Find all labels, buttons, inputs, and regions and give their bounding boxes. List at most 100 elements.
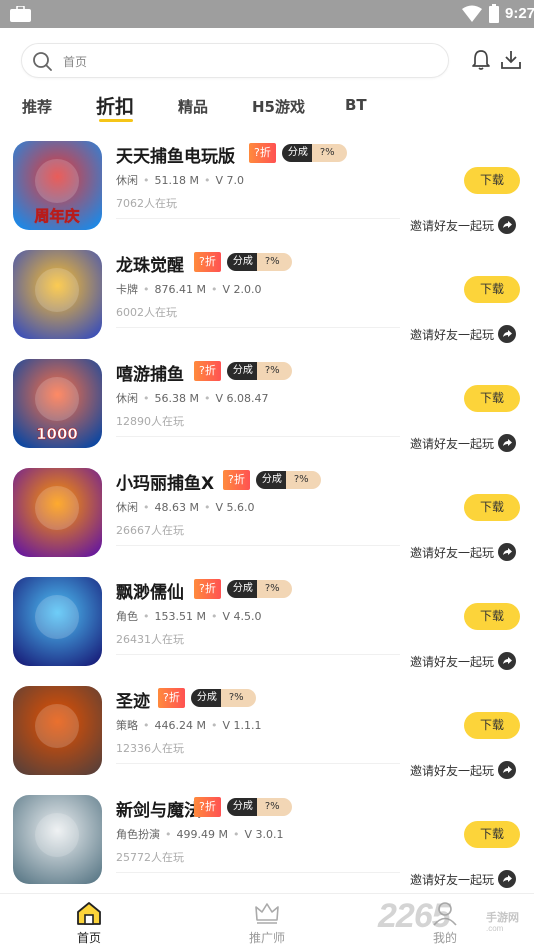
invite-friends-link[interactable]: 邀请好友一起玩 <box>410 870 517 888</box>
row-divider <box>116 327 400 328</box>
crown-icon <box>255 903 279 924</box>
game-tags: ?折 分成 ?% <box>194 578 292 600</box>
game-art-icon <box>13 250 102 339</box>
download-manager-icon[interactable] <box>500 49 522 71</box>
game-players: 12336人在玩 <box>116 742 184 755</box>
tab-h5-games[interactable]: H5游戏 <box>252 96 305 117</box>
game-list-item[interactable]: 周年庆 天天捕鱼电玩版 ?折 分成 ?% 休闲 • 51.18 M • V 7.0 70… <box>0 130 534 239</box>
row-divider <box>116 654 400 655</box>
game-name[interactable]: 嘻游捕鱼 <box>116 360 184 385</box>
game-icon[interactable]: 周年庆 <box>13 141 102 230</box>
share-badge-value: ?% <box>256 798 292 816</box>
game-category: 休闲 <box>116 174 138 187</box>
row-divider <box>116 436 400 437</box>
nav-home-label: 首页 <box>76 931 101 945</box>
game-list-item[interactable]: 新剑与魔法 ?折 分成 ?% 角色扮演 • 499.49 M • V 3.0.1 257… <box>0 784 534 893</box>
game-size: 153.51 M <box>154 610 206 623</box>
share-arrow-icon <box>498 543 517 561</box>
home-icon <box>77 902 101 925</box>
game-category: 卡牌 <box>116 283 138 296</box>
download-button[interactable]: 下载 <box>464 167 520 194</box>
game-meta: 休闲 • 48.63 M • V 5.6.0 <box>116 501 255 514</box>
share-badge-value: ?% <box>256 362 292 380</box>
briefcase-icon <box>10 6 31 22</box>
game-icon[interactable] <box>13 468 102 557</box>
share-arrow-icon <box>498 434 517 452</box>
invite-friends-link[interactable]: 邀请好友一起玩 <box>410 543 517 561</box>
discount-badge: ?折 <box>194 361 221 381</box>
nav-home[interactable]: 首页 <box>59 900 119 946</box>
share-badge-value: ?% <box>285 471 321 489</box>
share-arrow-icon <box>498 761 517 779</box>
game-list-item[interactable]: 1000 嘻游捕鱼 ?折 分成 ?% 休闲 • 56.38 M • V 6.08.47 … <box>0 348 534 457</box>
game-icon[interactable] <box>13 686 102 775</box>
tab-premium[interactable]: 精品 <box>178 96 208 117</box>
game-tags: ?折 分成 ?% <box>223 469 321 491</box>
game-icon[interactable]: 1000 <box>13 359 102 448</box>
game-tags: ?折 分成 ?% <box>194 796 292 818</box>
download-button[interactable]: 下载 <box>464 494 520 521</box>
wifi-icon <box>462 5 482 22</box>
watermark-number: 2265 <box>378 897 451 935</box>
game-name[interactable]: 小玛丽捕鱼X <box>116 469 214 494</box>
game-version: V 7.0 <box>215 174 244 187</box>
share-badge-label: 分成 <box>190 689 221 707</box>
tab-recommend[interactable]: 推荐 <box>22 96 52 117</box>
game-icon-caption: 1000 <box>36 425 78 443</box>
game-list-item[interactable]: 圣迹 ?折 分成 ?% 策略 • 446.24 M • V 1.1.1 12336人在玩… <box>0 675 534 784</box>
game-name[interactable]: 天天捕鱼电玩版 <box>116 142 235 167</box>
tab-discount[interactable]: 折扣 <box>96 92 134 119</box>
game-meta: 卡牌 • 876.41 M • V 2.0.0 <box>116 283 262 296</box>
bell-icon[interactable] <box>471 49 491 71</box>
status-time: 9:27 <box>505 5 534 22</box>
game-category: 角色扮演 <box>116 828 160 841</box>
game-art-icon <box>13 577 102 666</box>
discount-badge: ?折 <box>158 688 185 708</box>
download-button[interactable]: 下载 <box>464 385 520 412</box>
nav-promoter[interactable]: 推广师 <box>237 900 297 946</box>
game-name[interactable]: 圣迹 <box>116 687 150 712</box>
game-meta: 策略 • 446.24 M • V 1.1.1 <box>116 719 262 732</box>
game-icon[interactable] <box>13 795 102 884</box>
share-badge-value: ?% <box>256 253 292 271</box>
download-button[interactable]: 下载 <box>464 712 520 739</box>
game-list-item[interactable]: 龙珠觉醒 ?折 分成 ?% 卡牌 • 876.41 M • V 2.0.0 6002人在… <box>0 239 534 348</box>
share-badge-label: 分成 <box>226 580 257 598</box>
game-meta: 角色 • 153.51 M • V 4.5.0 <box>116 610 262 623</box>
game-name[interactable]: 新剑与魔法 <box>116 796 201 821</box>
share-badge-label: 分成 <box>226 362 257 380</box>
invite-friends-link[interactable]: 邀请好友一起玩 <box>410 216 517 234</box>
game-icon[interactable] <box>13 577 102 666</box>
share-badge: 分成 ?% <box>281 144 347 162</box>
invite-friends-link[interactable]: 邀请好友一起玩 <box>410 434 517 452</box>
search-input[interactable]: 首页 <box>21 43 449 78</box>
discount-badge: ?折 <box>249 143 276 163</box>
game-meta: 角色扮演 • 499.49 M • V 3.0.1 <box>116 828 284 841</box>
game-list-item[interactable]: 飘渺儒仙 ?折 分成 ?% 角色 • 153.51 M • V 4.5.0 26431人… <box>0 566 534 675</box>
invite-label: 邀请好友一起玩 <box>410 545 495 560</box>
discount-badge: ?折 <box>194 252 221 272</box>
game-name[interactable]: 龙珠觉醒 <box>116 251 184 276</box>
game-tags: ?折 分成 ?% <box>194 251 292 273</box>
game-list-item[interactable]: 小玛丽捕鱼X ?折 分成 ?% 休闲 • 48.63 M • V 5.6.0 26667… <box>0 457 534 566</box>
share-badge-value: ?% <box>311 144 347 162</box>
download-button[interactable]: 下载 <box>464 603 520 630</box>
game-size: 876.41 M <box>154 283 206 296</box>
category-tabs: 推荐 折扣 精品 H5游戏 BT <box>0 88 534 126</box>
invite-friends-link[interactable]: 邀请好友一起玩 <box>410 761 517 779</box>
discount-badge: ?折 <box>223 470 250 490</box>
download-button[interactable]: 下载 <box>464 276 520 303</box>
game-name[interactable]: 飘渺儒仙 <box>116 578 184 603</box>
game-icon[interactable] <box>13 250 102 339</box>
game-version: V 6.08.47 <box>215 392 269 405</box>
game-players: 26667人在玩 <box>116 524 184 537</box>
game-meta: 休闲 • 51.18 M • V 7.0 <box>116 174 244 187</box>
game-size: 446.24 M <box>154 719 206 732</box>
tab-bt[interactable]: BT <box>345 96 367 114</box>
game-art-icon <box>13 468 102 557</box>
game-art-icon: 周年庆 <box>13 141 102 230</box>
invite-friends-link[interactable]: 邀请好友一起玩 <box>410 325 517 343</box>
download-button[interactable]: 下载 <box>464 821 520 848</box>
row-divider <box>116 545 400 546</box>
invite-friends-link[interactable]: 邀请好友一起玩 <box>410 652 517 670</box>
